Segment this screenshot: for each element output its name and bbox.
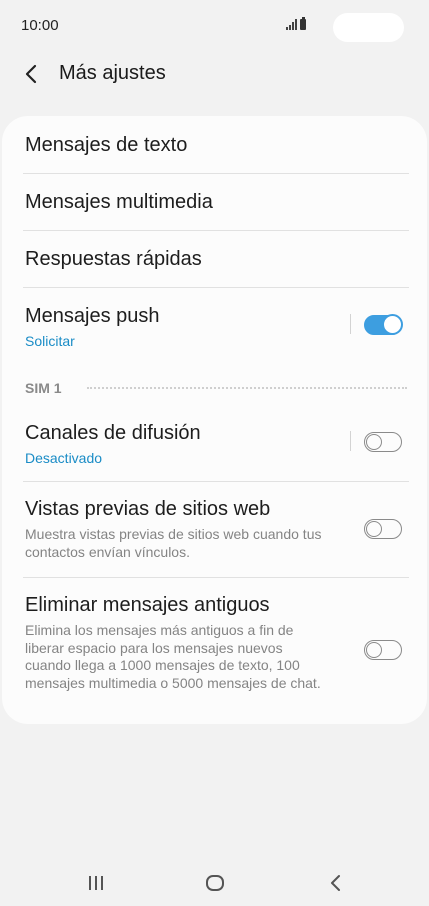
status-icons: [286, 17, 306, 30]
setting-sublabel: Solicitar: [25, 333, 75, 349]
web-previews-toggle[interactable]: [364, 519, 402, 539]
setting-description: Muestra vistas previas de sitios web cua…: [25, 526, 322, 560]
setting-label: Mensajes multimedia: [25, 191, 213, 213]
back-nav-button[interactable]: [320, 870, 352, 896]
setting-text-messages[interactable]: Mensajes de texto: [2, 116, 427, 173]
status-time: 10:00: [21, 17, 59, 34]
page-title: Más ajustes: [59, 62, 166, 84]
chevron-left-icon: [25, 64, 37, 84]
delete-old-toggle[interactable]: [364, 640, 402, 660]
setting-sublabel: Desactivado: [25, 450, 103, 466]
home-icon: [206, 875, 224, 891]
phone-screen: 10:00 Más ajustes Mensajes de texto Mens…: [0, 0, 429, 906]
setting-quick-responses[interactable]: Respuestas rápidas: [2, 230, 427, 287]
settings-list: Mensajes de texto Mensajes multimedia Re…: [2, 116, 427, 724]
toggle-knob: [366, 641, 382, 658]
toggle-knob: [381, 314, 403, 336]
setting-description: Elimina los mensajes más antiguos a fin …: [25, 622, 321, 691]
broadcast-channels-toggle[interactable]: [364, 432, 402, 452]
setting-label: Canales de difusión: [25, 422, 201, 444]
setting-label: Vistas previas de sitios web: [25, 498, 271, 520]
setting-label: Eliminar mensajes antiguos: [25, 594, 270, 616]
home-button[interactable]: [199, 870, 231, 896]
battery-icon: [300, 17, 306, 30]
section-label: SIM 1: [25, 380, 62, 396]
back-nav-icon: [331, 875, 340, 891]
signal-icon: [286, 18, 297, 30]
camera-cutout-pill: [333, 13, 404, 42]
recent-apps-icon: [89, 876, 103, 890]
push-messages-toggle[interactable]: [364, 314, 403, 336]
app-header: Más ajustes: [0, 52, 429, 100]
navigation-bar: [0, 860, 429, 906]
status-bar: 10:00: [0, 0, 429, 52]
separator: [350, 431, 351, 451]
recent-apps-button[interactable]: [80, 870, 112, 896]
back-button[interactable]: [18, 60, 46, 88]
setting-label: Mensajes de texto: [25, 134, 188, 156]
toggle-knob: [366, 433, 382, 450]
section-divider: [87, 387, 407, 389]
setting-label: Respuestas rápidas: [25, 248, 202, 270]
toggle-knob: [366, 520, 382, 537]
setting-multimedia-messages[interactable]: Mensajes multimedia: [2, 173, 427, 230]
setting-label: Mensajes push: [25, 305, 160, 327]
separator: [350, 314, 351, 334]
